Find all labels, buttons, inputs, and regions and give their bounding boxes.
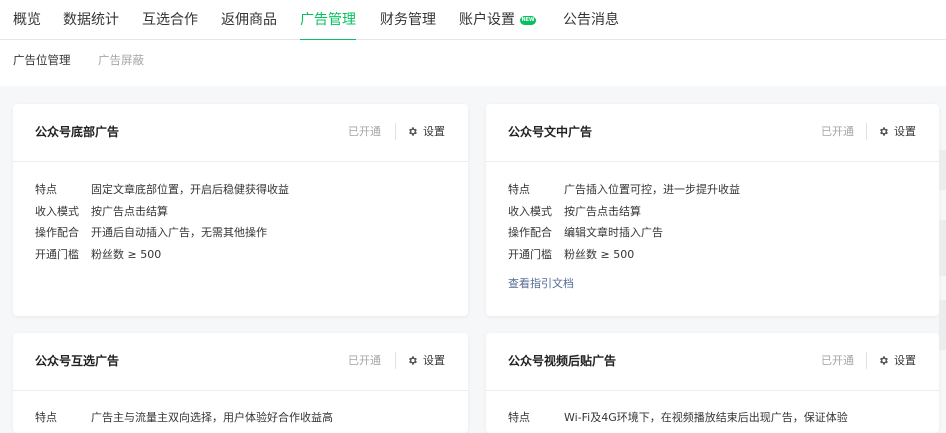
detail-value: 按广告点击结算: [564, 204, 641, 218]
detail-value: 粉丝数 ≥ 500: [564, 247, 635, 261]
settings-button[interactable]: 设置: [878, 353, 916, 369]
tab-overview[interactable]: 概览: [13, 10, 41, 40]
settings-button[interactable]: 设置: [407, 124, 445, 140]
settings-button[interactable]: 设置: [407, 353, 445, 369]
detail-label: 收入模式: [508, 204, 552, 218]
detail-value: 广告插入位置可控，进一步提升收益: [564, 183, 740, 196]
status-badge: 已开通: [821, 354, 854, 367]
detail-label: 操作配合: [35, 226, 79, 239]
settings-label: 设置: [894, 354, 916, 367]
card-title: 公众号底部广告: [35, 125, 120, 139]
tab-mutual-selection[interactable]: 互选合作: [142, 10, 198, 40]
divider: [866, 352, 867, 369]
detail-value: 编辑文章时插入广告: [564, 226, 663, 239]
gear-icon: [880, 356, 888, 365]
card-header: 公众号文中广告 已开通 设置: [486, 104, 939, 162]
gear-icon: [409, 127, 417, 136]
detail-label: 特点: [508, 183, 530, 196]
settings-label: 设置: [894, 125, 916, 138]
card-in-article-ad: 公众号文中广告 已开通 设置 特点 广告插入位置可控，进一步提升收益 收入模式 按广…: [486, 104, 939, 316]
subtab-ad-slot-management[interactable]: 广告位管理: [13, 52, 71, 68]
status-badge: 已开通: [821, 125, 854, 138]
view-guide-doc-link[interactable]: 查看指引文档: [508, 276, 574, 292]
tab-rebate-goods[interactable]: 返佣商品: [221, 10, 277, 40]
new-badge: NEW: [520, 15, 536, 25]
card-title: 公众号视频后贴广告: [508, 354, 617, 368]
card-header: 公众号底部广告 已开通 设置: [13, 104, 468, 162]
detail-value: 按广告点击结算: [91, 204, 168, 218]
status-badge: 已开通: [348, 125, 381, 138]
settings-button[interactable]: 设置: [878, 124, 916, 140]
tab-ad-management[interactable]: 广告管理: [300, 10, 356, 41]
gear-icon: [880, 127, 888, 136]
tab-announcements[interactable]: 公告消息: [563, 10, 619, 40]
tab-account-settings[interactable]: 账户设置 NEW: [459, 10, 536, 40]
card-bottom-ad: 公众号底部广告 已开通 设置 特点 固定文章底部位置，开启后稳健获得收益 收入模式…: [13, 104, 468, 316]
detail-label: 开通门槛: [508, 247, 552, 261]
detail-label: 操作配合: [508, 226, 552, 239]
scrollbar-segment: [939, 150, 946, 190]
tab-finance[interactable]: 财务管理: [380, 10, 436, 40]
card-video-postroll-ad: 公众号视频后贴广告 已开通 设置 特点 Wi-Fi及4G环境下，在视频播放结束后出…: [486, 333, 939, 433]
settings-label: 设置: [423, 354, 445, 367]
detail-value: 开通后自动插入广告，无需其他操作: [91, 226, 267, 239]
top-nav: 概览 数据统计 互选合作 返佣商品 广告管理 财务管理 账户设置 NEW 公告消息: [0, 0, 946, 41]
card-header: 公众号互选广告 已开通 设置: [13, 333, 468, 391]
settings-label: 设置: [423, 125, 445, 138]
scrollbar-segment: [939, 220, 946, 276]
sub-nav: 广告位管理 广告屏蔽: [0, 40, 946, 86]
divider: [866, 123, 867, 140]
detail-label: 特点: [35, 183, 57, 196]
card-title: 公众号文中广告: [508, 125, 593, 139]
detail-value: 粉丝数 ≥ 500: [91, 247, 162, 261]
detail-value: 固定文章底部位置，开启后稳健获得收益: [91, 183, 289, 196]
tab-account-settings-label: 账户设置: [459, 12, 515, 28]
divider: [395, 352, 396, 369]
scrollbar-segment: [939, 300, 946, 350]
gear-icon: [409, 356, 417, 365]
card-title: 公众号互选广告: [35, 354, 120, 368]
scrollbar[interactable]: [939, 150, 946, 350]
divider: [395, 123, 396, 140]
card-header: 公众号视频后贴广告 已开通 设置: [486, 333, 939, 391]
status-badge: 已开通: [348, 354, 381, 367]
detail-label: 收入模式: [35, 204, 79, 218]
detail-label: 开通门槛: [35, 247, 79, 261]
subtab-ad-blocking[interactable]: 广告屏蔽: [98, 52, 144, 68]
tab-data-stats[interactable]: 数据统计: [63, 10, 119, 40]
card-mutual-selection-ad: 公众号互选广告 已开通 设置 特点 广告主与流量主双向选择，用户体验好合作收益高: [13, 333, 468, 433]
